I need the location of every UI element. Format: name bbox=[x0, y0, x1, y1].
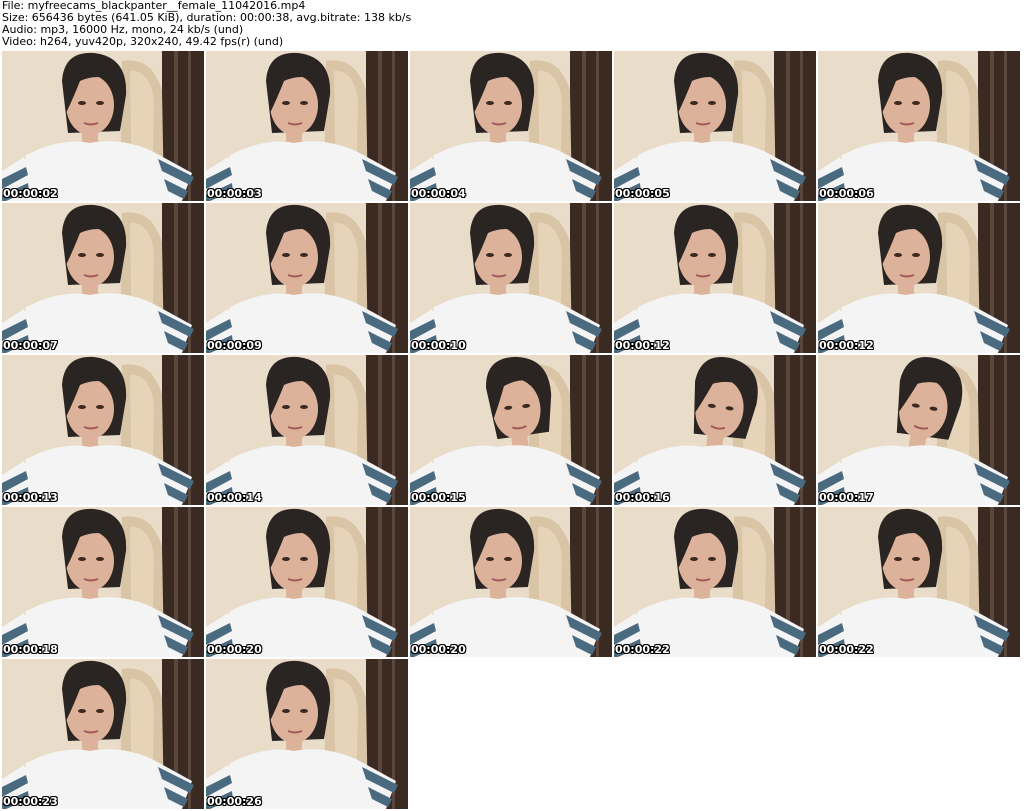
frame-image bbox=[410, 203, 612, 353]
timestamp-label: 00:00:09 bbox=[207, 339, 262, 352]
frame-image bbox=[818, 51, 1020, 201]
frame-image bbox=[614, 51, 816, 201]
video-info-line: Video: h264, yuv420p, 320x240, 49.42 fps… bbox=[2, 35, 284, 48]
timestamp-label: 00:00:18 bbox=[3, 643, 58, 656]
timestamp-label: 00:00:20 bbox=[411, 643, 466, 656]
timestamp-label: 00:00:10 bbox=[411, 339, 466, 352]
frame-image bbox=[410, 507, 612, 657]
timestamp-label: 00:00:22 bbox=[615, 643, 670, 656]
video-thumbnail[interactable]: 00:00:09 bbox=[206, 203, 408, 353]
frame-image bbox=[206, 203, 408, 353]
frame-image bbox=[818, 203, 1020, 353]
timestamp-label: 00:00:15 bbox=[411, 491, 466, 504]
frame-image bbox=[410, 51, 612, 201]
timestamp-label: 00:00:12 bbox=[819, 339, 874, 352]
video-thumbnail[interactable]: 00:00:15 bbox=[410, 355, 612, 505]
video-thumbnail[interactable]: 00:00:26 bbox=[206, 659, 408, 809]
video-thumbnail[interactable]: 00:00:23 bbox=[2, 659, 204, 809]
video-thumbnail[interactable]: 00:00:10 bbox=[410, 203, 612, 353]
video-thumbnail[interactable]: 00:00:14 bbox=[206, 355, 408, 505]
video-thumbnail[interactable]: 00:00:20 bbox=[410, 507, 612, 657]
timestamp-label: 00:00:22 bbox=[819, 643, 874, 656]
video-thumbnail[interactable]: 00:00:05 bbox=[614, 51, 816, 201]
video-thumbnail[interactable]: 00:00:17 bbox=[818, 355, 1020, 505]
frame-image bbox=[818, 355, 1020, 505]
file-info-header: File: myfreecams_blackpanter__female_110… bbox=[2, 0, 411, 48]
timestamp-label: 00:00:02 bbox=[3, 187, 58, 200]
timestamp-label: 00:00:17 bbox=[819, 491, 874, 504]
frame-image bbox=[614, 355, 816, 505]
frame-image bbox=[206, 659, 408, 809]
timestamp-label: 00:00:16 bbox=[615, 491, 670, 504]
frame-image bbox=[206, 507, 408, 657]
timestamp-label: 00:00:13 bbox=[3, 491, 58, 504]
timestamp-label: 00:00:12 bbox=[615, 339, 670, 352]
video-thumbnail[interactable]: 00:00:13 bbox=[2, 355, 204, 505]
frame-image bbox=[2, 203, 204, 353]
timestamp-label: 00:00:03 bbox=[207, 187, 262, 200]
frame-image bbox=[206, 51, 408, 201]
video-thumbnail[interactable]: 00:00:04 bbox=[410, 51, 612, 201]
video-thumbnail[interactable]: 00:00:18 bbox=[2, 507, 204, 657]
frame-image bbox=[614, 507, 816, 657]
video-thumbnail[interactable]: 00:00:12 bbox=[614, 203, 816, 353]
timestamp-label: 00:00:26 bbox=[207, 795, 262, 808]
frame-image bbox=[818, 507, 1020, 657]
thumbnail-grid: 00:00:02 00:00:03 00:00:04 00:00:05 00:00:06… bbox=[2, 51, 1020, 809]
frame-image bbox=[614, 203, 816, 353]
video-thumbnail[interactable]: 00:00:06 bbox=[818, 51, 1020, 201]
timestamp-label: 00:00:06 bbox=[819, 187, 874, 200]
video-thumbnail[interactable]: 00:00:03 bbox=[206, 51, 408, 201]
video-thumbnail[interactable]: 00:00:16 bbox=[614, 355, 816, 505]
video-thumbnail[interactable]: 00:00:07 bbox=[2, 203, 204, 353]
video-thumbnail[interactable]: 00:00:20 bbox=[206, 507, 408, 657]
frame-image bbox=[206, 355, 408, 505]
video-thumbnail[interactable]: 00:00:12 bbox=[818, 203, 1020, 353]
timestamp-label: 00:00:04 bbox=[411, 187, 466, 200]
frame-image bbox=[2, 659, 204, 809]
video-thumbnail[interactable]: 00:00:22 bbox=[818, 507, 1020, 657]
timestamp-label: 00:00:14 bbox=[207, 491, 262, 504]
timestamp-label: 00:00:20 bbox=[207, 643, 262, 656]
timestamp-label: 00:00:07 bbox=[3, 339, 58, 352]
frame-image bbox=[2, 355, 204, 505]
frame-image bbox=[410, 355, 612, 505]
frame-image bbox=[2, 507, 204, 657]
timestamp-label: 00:00:23 bbox=[3, 795, 58, 808]
video-thumbnail[interactable]: 00:00:22 bbox=[614, 507, 816, 657]
frame-image bbox=[2, 51, 204, 201]
video-thumbnail[interactable]: 00:00:02 bbox=[2, 51, 204, 201]
timestamp-label: 00:00:05 bbox=[615, 187, 670, 200]
